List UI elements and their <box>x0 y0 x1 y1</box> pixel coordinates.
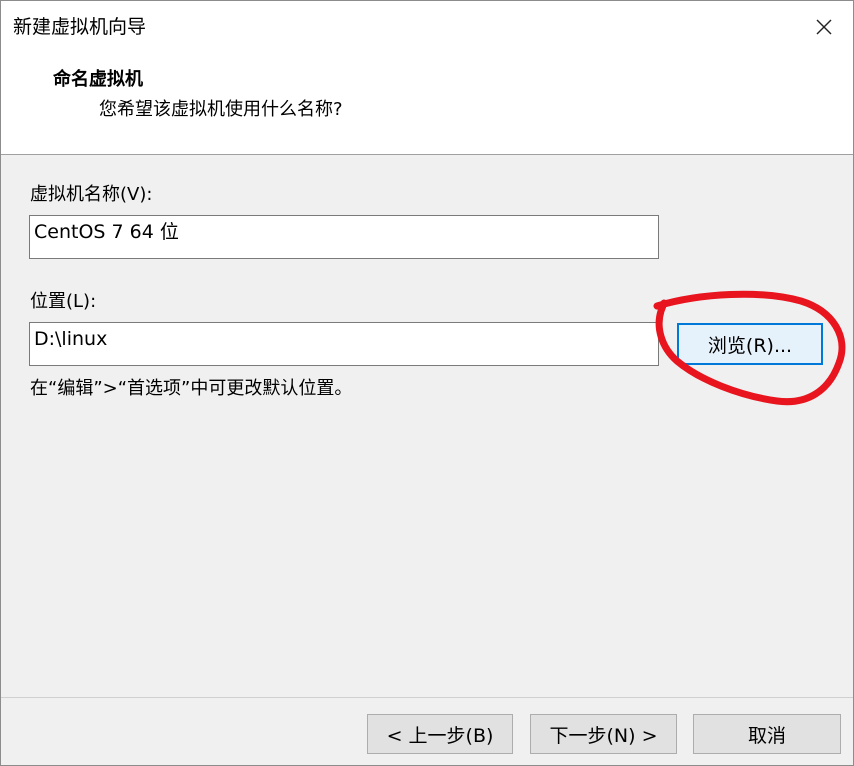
close-button[interactable] <box>803 7 845 47</box>
page-title: 命名虚拟机 <box>53 69 143 90</box>
window-title: 新建虚拟机向导 <box>13 16 147 38</box>
location-input[interactable]: D:\linux <box>29 322 659 366</box>
wizard-dialog: 新建虚拟机向导 命名虚拟机 您希望该虚拟机使用什么名称? 虚拟机名称(V): C… <box>0 0 854 766</box>
vm-name-input[interactable]: CentOS 7 64 位 <box>29 215 659 259</box>
page-subtitle: 您希望该虚拟机使用什么名称? <box>99 99 343 120</box>
location-hint: 在“编辑”>“首选项”中可更改默认位置。 <box>30 378 353 399</box>
wizard-header: 命名虚拟机 您希望该虚拟机使用什么名称? <box>1 53 853 155</box>
browse-button[interactable]: 浏览(R)... <box>677 323 823 365</box>
vm-name-label: 虚拟机名称(V): <box>30 184 153 205</box>
back-button[interactable]: < 上一步(B) <box>367 714 513 754</box>
close-icon <box>816 19 832 35</box>
location-label: 位置(L): <box>30 291 97 312</box>
cancel-button[interactable]: 取消 <box>693 714 841 754</box>
title-bar: 新建虚拟机向导 <box>1 1 853 53</box>
next-button[interactable]: 下一步(N) > <box>530 714 677 754</box>
footer-divider <box>1 697 853 698</box>
